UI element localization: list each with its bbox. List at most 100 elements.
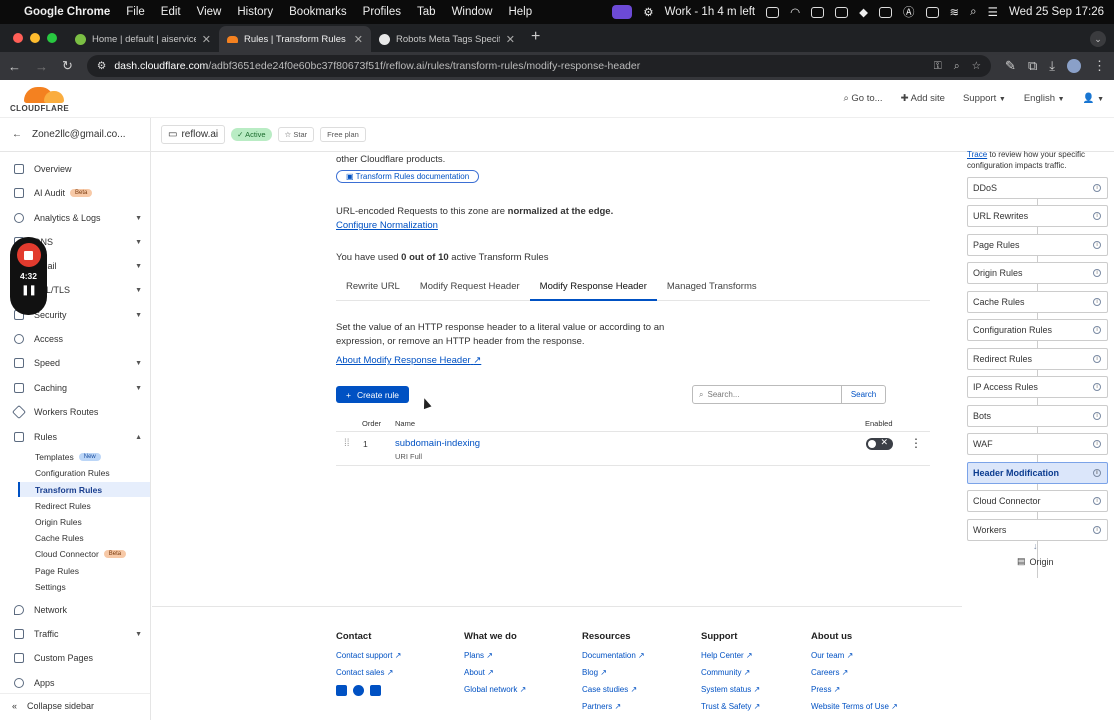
status-icon-4[interactable] — [879, 6, 893, 18]
menu-app-name[interactable]: Google Chrome — [24, 6, 110, 18]
status-icon-1[interactable] — [766, 6, 780, 18]
tab-close-icon[interactable]: ✕ — [202, 33, 211, 46]
step-workers[interactable]: Workers i — [967, 519, 1108, 541]
footer-link[interactable]: Plans ↗ — [464, 651, 526, 660]
menu-bookmarks[interactable]: Bookmarks — [289, 6, 347, 18]
info-icon[interactable]: i — [1093, 298, 1101, 306]
tab-search-chevron-icon[interactable]: ⌄ — [1090, 31, 1106, 47]
footer-link[interactable]: Global network ↗ — [464, 685, 526, 694]
info-icon[interactable]: i — [1093, 184, 1101, 192]
footer-link[interactable]: Careers ↗ — [811, 668, 898, 677]
rule-name-link[interactable]: subdomain-indexing — [395, 438, 480, 449]
linkedin-icon[interactable] — [370, 685, 381, 696]
sidebar-item-ai-audit[interactable]: AI Audit Beta — [0, 185, 150, 201]
footer-link[interactable]: Blog ↗ — [582, 668, 645, 677]
footer-link[interactable]: Community ↗ — [701, 668, 760, 677]
collapse-sidebar-button[interactable]: « Collapse sidebar — [0, 693, 150, 717]
reload-icon[interactable]: ↻ — [62, 58, 73, 74]
tab-close-icon[interactable]: ✕ — [506, 33, 515, 46]
configure-normalization-link[interactable]: Configure Normalization — [336, 220, 438, 231]
facebook-icon[interactable] — [353, 685, 364, 696]
step-redirect-rules[interactable]: Redirect Rules i — [967, 348, 1108, 370]
star-button[interactable]: ☆ Star — [277, 127, 315, 142]
info-icon[interactable]: i — [1093, 269, 1101, 277]
step-bots[interactable]: Bots i — [967, 405, 1108, 427]
sidebar-sub-templates[interactable]: Templates New — [0, 449, 150, 464]
footer-link[interactable]: Partners ↗ — [582, 702, 645, 711]
footer-link[interactable]: Case studies ↗ — [582, 685, 645, 694]
twitter-icon[interactable] — [336, 685, 347, 696]
headphones-icon[interactable]: ◠ — [790, 5, 800, 19]
site-info-icon[interactable]: ⚙ — [97, 60, 106, 72]
sidebar-item-custom-pages[interactable]: Custom Pages — [0, 650, 150, 666]
search-input[interactable]: ⌕ Search... — [693, 390, 841, 400]
profile-avatar[interactable] — [1067, 59, 1081, 73]
info-icon[interactable]: i — [1093, 526, 1101, 534]
footer-link[interactable]: Contact support ↗ — [336, 651, 401, 660]
step-configuration-rules[interactable]: Configuration Rules i — [967, 319, 1108, 341]
info-icon[interactable]: i — [1093, 412, 1101, 420]
tab-rewrite-url[interactable]: Rewrite URL — [336, 274, 410, 301]
menu-history[interactable]: History — [237, 6, 273, 18]
extension-icon[interactable]: ✎ — [1005, 58, 1016, 74]
menu-help[interactable]: Help — [508, 6, 532, 18]
footer-link[interactable]: Our team ↗ — [811, 651, 898, 660]
sidebar-item-rules[interactable]: Rules ▲ — [0, 429, 150, 445]
step-waf[interactable]: WAF i — [967, 433, 1108, 455]
step-cache-rules[interactable]: Cache Rules i — [967, 291, 1108, 313]
status-icon-3[interactable] — [835, 6, 849, 18]
step-page-rules[interactable]: Page Rules i — [967, 234, 1108, 256]
add-site-button[interactable]: ✚ Add site — [901, 93, 945, 104]
goto-button[interactable]: ⌕ Go to... — [843, 93, 882, 104]
more-options-icon[interactable]: ⋮ — [910, 436, 922, 450]
footer-link[interactable]: Website Terms of Use ↗ — [811, 702, 898, 711]
screen-record-icon[interactable] — [612, 5, 633, 19]
sidebar-sub-cloud-connector[interactable]: Cloud Connector Beta — [0, 546, 150, 561]
pause-button[interactable]: ❚❚ — [21, 285, 37, 296]
minimize-window-button[interactable] — [30, 33, 40, 43]
sidebar-sub-cache-rules[interactable]: Cache Rules — [0, 530, 150, 545]
sidebar-sub-redirect-rules[interactable]: Redirect Rules — [0, 498, 150, 513]
sidebar-item-overview[interactable]: Overview — [0, 161, 150, 177]
sidebar-sub-settings[interactable]: Settings — [0, 579, 150, 594]
language-dropdown[interactable]: English ▼ — [1024, 93, 1065, 104]
sidebar-sub-page-rules[interactable]: Page Rules — [0, 563, 150, 578]
stop-recording-button[interactable] — [16, 243, 41, 267]
status-icon-2[interactable] — [811, 6, 825, 18]
new-tab-icon[interactable]: + — [523, 28, 540, 52]
sidebar-item-workers-routes[interactable]: Workers Routes — [0, 404, 150, 420]
footer-link[interactable]: Press ↗ — [811, 685, 898, 694]
step-ddos[interactable]: DDoS i — [967, 177, 1108, 199]
sidebar-item-speed[interactable]: Speed ▼ — [0, 355, 150, 371]
cloudflare-logo[interactable]: CLOUDFLARE — [10, 85, 69, 113]
download-icon[interactable]: ⤓ — [1049, 58, 1055, 74]
info-icon[interactable]: i — [1093, 212, 1101, 220]
tab-home-default[interactable]: Home | default | aiservice-pr ✕ — [67, 26, 219, 52]
password-key-icon[interactable]: ⚿ — [934, 60, 942, 73]
chrome-menu-icon[interactable]: ⋮ — [1093, 58, 1106, 74]
sidebar-item-caching[interactable]: Caching ▼ — [0, 380, 150, 396]
sidebar-sub-configuration-rules[interactable]: Configuration Rules — [0, 465, 150, 480]
work-status[interactable]: Work - 1h 4 m left — [665, 6, 756, 18]
search-icon[interactable]: ⌕ — [970, 6, 976, 19]
info-icon[interactable]: i — [1093, 497, 1101, 505]
zoom-icon[interactable]: ⌕ — [954, 60, 960, 73]
menu-tab[interactable]: Tab — [417, 6, 436, 18]
sidebar-item-network[interactable]: Network — [0, 602, 150, 618]
drag-handle-icon[interactable]: ⁞⁞ — [344, 438, 350, 449]
plan-button[interactable]: Free plan — [320, 127, 366, 142]
transform-rules-docs-button[interactable]: ▣ Transform Rules documentation — [336, 170, 480, 183]
menu-window[interactable]: Window — [452, 6, 493, 18]
zone-selector[interactable]: ▭ reflow.ai — [161, 125, 226, 144]
step-header-modification[interactable]: Header Modification i — [967, 462, 1108, 484]
info-icon[interactable]: i — [1093, 326, 1101, 334]
tab-robots-meta[interactable]: Robots Meta Tags Specificatio ✕ — [371, 26, 523, 52]
support-dropdown[interactable]: Support ▼ — [963, 93, 1006, 104]
footer-link[interactable]: Help Center ↗ — [701, 651, 760, 660]
footer-link[interactable]: About ↗ — [464, 668, 526, 677]
tab-transform-rules[interactable]: Rules | Transform Rules | Mo ✕ — [219, 26, 371, 52]
menu-profiles[interactable]: Profiles — [363, 6, 401, 18]
step-url-rewrites[interactable]: URL Rewrites i — [967, 205, 1108, 227]
info-icon[interactable]: i — [1093, 355, 1101, 363]
search-button[interactable]: Search — [841, 386, 885, 403]
